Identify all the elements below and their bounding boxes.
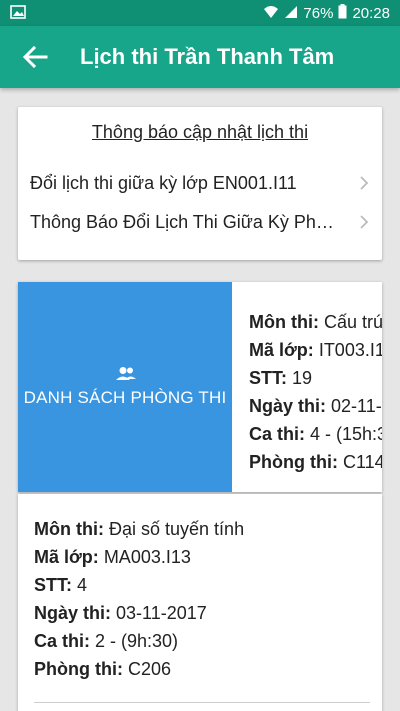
notice-item[interactable]: Thông Báo Đổi Lịch Thi Giữa Kỳ Phòng... xyxy=(30,207,370,237)
class-label: Mã lớp: xyxy=(34,547,99,567)
people-icon xyxy=(116,366,136,382)
chevron-right-icon xyxy=(358,214,370,230)
class-value: MA003.I13 xyxy=(103,547,191,567)
date-label: Ngày thi: xyxy=(34,603,112,623)
date-value: 02-11- xyxy=(331,396,382,416)
date-value: 03-11-2017 xyxy=(116,603,207,623)
stt-value: 19 xyxy=(292,368,313,388)
class-value: IT003.I1 xyxy=(318,340,382,360)
shift-label: Ca thi: xyxy=(34,631,90,651)
status-bar: 76% 20:28 xyxy=(0,0,400,26)
shift-value: 2 - (9h:30) xyxy=(95,631,179,651)
wifi-icon xyxy=(263,5,279,23)
signal-icon xyxy=(284,5,298,23)
exam-info: Môn thi: Đại số tuyến tính Mã lớp: MA003… xyxy=(34,515,244,683)
shift-label: Ca thi: xyxy=(249,424,305,444)
divider xyxy=(34,702,370,703)
notice-item[interactable]: Đổi lịch thi giữa kỳ lớp EN001.I11 xyxy=(30,168,370,198)
exam-card[interactable]: Môn thi: Đại số tuyến tính Mã lớp: MA003… xyxy=(18,494,382,711)
notice-item-label: Thông Báo Đổi Lịch Thi Giữa Kỳ Phòng... xyxy=(30,212,340,232)
stt-label: STT: xyxy=(34,575,72,595)
room-value: C206 xyxy=(128,659,172,679)
shift-value: 4 - (15h:3 xyxy=(310,424,382,444)
stt-label: STT: xyxy=(249,368,287,388)
clock: 20:28 xyxy=(352,4,390,22)
room-list-button[interactable]: DANH SÁCH PHÒNG THI xyxy=(18,282,232,492)
page-title: Lịch thi Trần Thanh Tâm xyxy=(80,44,335,69)
date-label: Ngày thi: xyxy=(249,396,327,416)
notice-title: Thông báo cập nhật lịch thi xyxy=(91,122,309,142)
chevron-right-icon xyxy=(358,175,370,191)
stt-value: 4 xyxy=(77,575,88,595)
room-list-label: DANH SÁCH PHÒNG THI xyxy=(23,388,227,407)
image-icon xyxy=(10,5,26,23)
arrow-left-icon[interactable] xyxy=(20,43,50,71)
room-value: C114 xyxy=(343,452,382,472)
battery-icon xyxy=(338,4,347,23)
subject-label: Môn thi: xyxy=(34,519,104,539)
class-label: Mã lớp: xyxy=(249,340,314,360)
exam-card[interactable]: DANH SÁCH PHÒNG THI Môn thi: Cấu trúc Mã… xyxy=(18,282,382,492)
exam-info: Môn thi: Cấu trúc Mã lớp: IT003.I1 STT: … xyxy=(249,308,382,476)
room-label: Phòng thi: xyxy=(249,452,338,472)
battery-percent: 76% xyxy=(303,4,334,22)
room-label: Phòng thi: xyxy=(34,659,123,679)
subject-value: Cấu trúc xyxy=(324,312,382,332)
subject-value: Đại số tuyến tính xyxy=(109,519,245,539)
notice-item-label: Đổi lịch thi giữa kỳ lớp EN001.I11 xyxy=(30,173,297,193)
subject-label: Môn thi: xyxy=(249,312,319,332)
app-bar: Lịch thi Trần Thanh Tâm xyxy=(0,26,400,88)
